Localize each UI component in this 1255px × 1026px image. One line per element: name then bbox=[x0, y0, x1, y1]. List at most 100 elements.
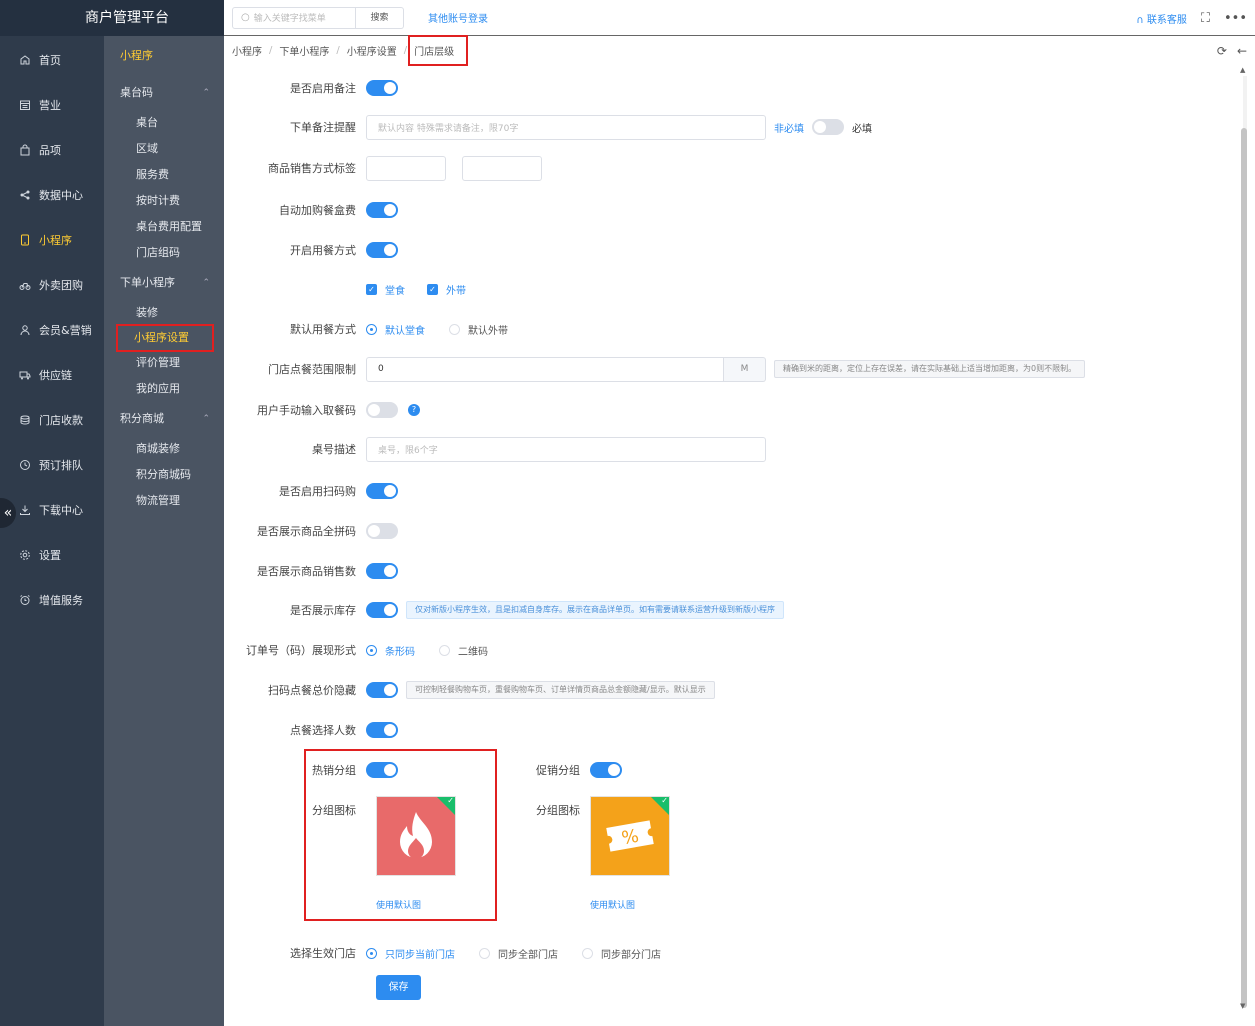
hot-group-toggle[interactable] bbox=[366, 762, 398, 778]
nav-item-label: 供应链 bbox=[39, 368, 72, 382]
enable-remark-toggle[interactable] bbox=[366, 80, 398, 96]
subnav-group-points-mall[interactable]: 积分商城 ⌃ bbox=[104, 402, 224, 436]
default-takeaway-radio[interactable]: 默认外带 bbox=[449, 322, 508, 337]
field-label: 是否启用备注 bbox=[290, 82, 356, 95]
nav-item-label: 会员&营销 bbox=[39, 323, 92, 337]
search-button[interactable]: 搜索 bbox=[356, 6, 404, 29]
sale-tag-input-1[interactable] bbox=[366, 155, 446, 181]
dine-in-checkbox[interactable]: ✓ 堂食 bbox=[366, 282, 405, 297]
nav-item-member[interactable]: 会员&营销 bbox=[0, 307, 104, 352]
subnav-group-order-miniapp[interactable]: 下单小程序 ⌃ bbox=[104, 266, 224, 300]
hide-total-tip: 可控制轻餐购物车页，重餐购物车页、订单详情页商品总金额隐藏/显示。默认显示 bbox=[406, 681, 715, 699]
row-range-limit: 门店点餐范围限制 0 M 精确到米的距离，定位上存在误差，请在实际基础上适当增加… bbox=[224, 356, 1086, 382]
row-manual-code: 用户手动输入取餐码 ? bbox=[224, 398, 420, 422]
scroll-thumb[interactable] bbox=[1241, 128, 1247, 1008]
fullscreen-icon[interactable]: ⛶ bbox=[1201, 11, 1210, 26]
subnav-item-review-management[interactable]: 评价管理 bbox=[104, 350, 224, 376]
promo-group-use-default-link[interactable]: 使用默认图 bbox=[590, 898, 635, 911]
other-account-login-link[interactable]: 其他账号登录 bbox=[428, 10, 488, 25]
hot-group-icon-picker[interactable]: ✓ bbox=[376, 796, 456, 876]
table-desc-input[interactable]: 桌号，限6个字 bbox=[366, 436, 766, 462]
row-sale-tag: 商品销售方式标签 bbox=[224, 155, 542, 181]
nav-item-data-center[interactable]: 数据中心 bbox=[0, 172, 104, 217]
subnav-item-area[interactable]: 区域 bbox=[104, 136, 224, 162]
subnav-group-table-code[interactable]: 桌台码 ⌃ bbox=[104, 76, 224, 110]
scroll-up-arrow-icon[interactable]: ▲ bbox=[1240, 66, 1245, 74]
row-dining-mode: 开启用餐方式 bbox=[224, 238, 398, 262]
nav-item-business[interactable]: 营业 bbox=[0, 82, 104, 127]
sync-current-store-radio[interactable]: 只同步当前门店 bbox=[366, 946, 455, 961]
subnav-item-table-fee-config[interactable]: 桌台费用配置 bbox=[104, 214, 224, 240]
sync-some-stores-radio[interactable]: 同步部分门店 bbox=[582, 946, 661, 961]
scrollbar[interactable]: ▲ ▼ bbox=[1240, 66, 1247, 1016]
refresh-icon[interactable]: ⟳ bbox=[1217, 44, 1227, 58]
nav-item-miniapp[interactable]: 小程序 bbox=[0, 217, 104, 262]
breadcrumb: 小程序 / 下单小程序 / 小程序设置 / 门店层级 bbox=[224, 35, 1255, 66]
row-store-scope: 选择生效门店 只同步当前门店 同步全部门店 同步部分门店 bbox=[224, 941, 685, 965]
sale-tag-input-2[interactable] bbox=[462, 155, 542, 181]
subnav-item-store-group-code[interactable]: 门店组码 bbox=[104, 240, 224, 266]
sales-count-toggle[interactable] bbox=[366, 563, 398, 579]
promo-group-toggle[interactable] bbox=[590, 762, 622, 778]
field-label: 桌号描述 bbox=[312, 443, 356, 456]
nav-item-home[interactable]: 首页 bbox=[0, 37, 104, 82]
hide-total-toggle[interactable] bbox=[366, 682, 398, 698]
qrcode-radio[interactable]: 二维码 bbox=[439, 643, 488, 658]
pinyin-toggle[interactable] bbox=[366, 523, 398, 539]
scan-buy-toggle[interactable] bbox=[366, 483, 398, 499]
field-label: 点餐选择人数 bbox=[290, 724, 356, 737]
subnav-item-points-mall-code[interactable]: 积分商城码 bbox=[104, 462, 224, 488]
save-button[interactable]: 保存 bbox=[376, 975, 421, 1000]
breadcrumb-item[interactable]: 小程序设置 bbox=[347, 43, 397, 58]
scroll-down-arrow-icon[interactable]: ▼ bbox=[1240, 1002, 1245, 1010]
nav-item-payment[interactable]: 门店收款 bbox=[0, 397, 104, 442]
subnav-item-mall-decoration[interactable]: 商城装修 bbox=[104, 436, 224, 462]
choose-people-toggle[interactable] bbox=[366, 722, 398, 738]
subnav-item-my-apps[interactable]: 我的应用 bbox=[104, 376, 224, 402]
manual-code-toggle[interactable] bbox=[366, 402, 398, 418]
dining-mode-toggle[interactable] bbox=[366, 242, 398, 258]
nav-item-value-added[interactable]: 增值服务 bbox=[0, 577, 104, 622]
promo-group-icon-picker[interactable]: % ✓ bbox=[590, 796, 670, 876]
hot-group-use-default-link[interactable]: 使用默认图 bbox=[376, 898, 421, 911]
required-toggle[interactable] bbox=[812, 119, 844, 135]
nav-item-delivery[interactable]: 外卖团购 bbox=[0, 262, 104, 307]
help-icon[interactable]: ? bbox=[408, 404, 420, 416]
back-arrow-icon[interactable]: ← bbox=[1237, 44, 1247, 58]
subnav-item-time-billing[interactable]: 按时计费 bbox=[104, 188, 224, 214]
sync-all-stores-radio[interactable]: 同步全部门店 bbox=[479, 946, 558, 961]
page-tools: ⟳ ← bbox=[1217, 44, 1247, 58]
range-limit-input[interactable]: 0 bbox=[366, 356, 724, 382]
check-icon: ✓ bbox=[366, 283, 377, 295]
nav-item-supply[interactable]: 供应链 bbox=[0, 352, 104, 397]
nav-item-settings[interactable]: 设置 bbox=[0, 532, 104, 577]
auto-box-fee-toggle[interactable] bbox=[366, 202, 398, 218]
remark-hint-input[interactable]: 默认内容 特殊需求请备注，限70字 bbox=[366, 114, 766, 140]
field-label: 下单备注提醒 bbox=[290, 121, 356, 134]
subnav-item-service-fee[interactable]: 服务费 bbox=[104, 162, 224, 188]
menu-search-input[interactable]: ○ 输入关键字找菜单 bbox=[232, 6, 356, 29]
range-limit-tip: 精确到米的距离，定位上存在误差，请在实际基础上适当增加距离，为0则不限制。 bbox=[774, 360, 1086, 378]
input-placeholder: 默认内容 特殊需求请备注，限70字 bbox=[378, 123, 519, 134]
nav-item-booking[interactable]: 预订排队 bbox=[0, 442, 104, 487]
field-label: 是否展示商品销售数 bbox=[257, 565, 356, 578]
breadcrumb-item[interactable]: 小程序 bbox=[232, 43, 262, 58]
subnav-item-table[interactable]: 桌台 bbox=[104, 110, 224, 136]
radio-label: 同步全部门店 bbox=[498, 949, 558, 961]
contact-service-link[interactable]: ∩ 联系客服 bbox=[1136, 11, 1187, 26]
subnav-group-label: 积分商城 bbox=[120, 412, 164, 425]
barcode-radio[interactable]: 条形码 bbox=[366, 643, 415, 658]
check-icon: ✓ bbox=[661, 796, 668, 805]
default-dine-in-radio[interactable]: 默认堂食 bbox=[366, 322, 425, 337]
field-label: 开启用餐方式 bbox=[290, 244, 356, 257]
stock-toggle[interactable] bbox=[366, 602, 398, 618]
chevron-up-icon: ⌃ bbox=[202, 414, 210, 424]
more-icon[interactable]: ••• bbox=[1224, 11, 1247, 26]
breadcrumb-item[interactable]: 下单小程序 bbox=[279, 43, 329, 58]
field-label: 默认用餐方式 bbox=[290, 323, 356, 336]
nav-item-products[interactable]: 品项 bbox=[0, 127, 104, 172]
subnav-item-logistics[interactable]: 物流管理 bbox=[104, 488, 224, 514]
subnav-item-decoration[interactable]: 装修 bbox=[104, 300, 224, 326]
subnav-item-miniapp-settings[interactable]: 小程序设置 bbox=[116, 324, 214, 352]
takeaway-checkbox[interactable]: ✓ 外带 bbox=[427, 282, 466, 297]
